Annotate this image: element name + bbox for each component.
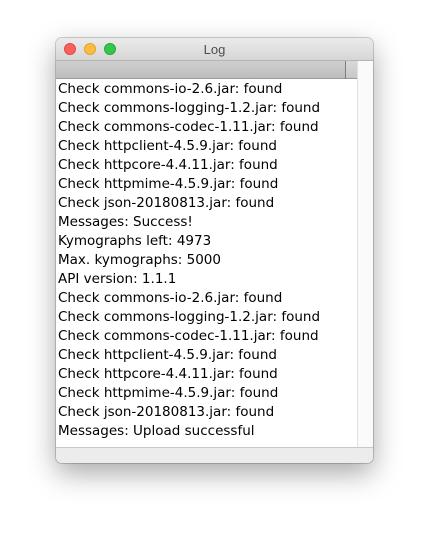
log-line: Check json-20180813.jar: found xyxy=(58,404,275,420)
log-line: Check json-20180813.jar: found xyxy=(58,195,275,211)
log-line: Check commons-logging-1.2.jar: found xyxy=(58,100,321,116)
log-line: Check httpcore-4.4.11.jar: found xyxy=(58,366,278,382)
log-line: Check httpcore-4.4.11.jar: found xyxy=(58,157,278,173)
log-window: Log Check commons-io-2.6.jar: found Check… xyxy=(56,38,373,463)
log-text-area[interactable]: Check commons-io-2.6.jar: found Check com… xyxy=(58,80,354,441)
log-line: Check commons-io-2.6.jar: found xyxy=(58,290,283,306)
log-line: Check httpmime-4.5.9.jar: found xyxy=(58,176,279,192)
log-line: Messages: Upload successful xyxy=(58,423,255,439)
log-line: Check commons-codec-1.11.jar: found xyxy=(58,328,319,344)
log-line: Check commons-logging-1.2.jar: found xyxy=(58,309,321,325)
log-line: Check httpclient-4.5.9.jar: found xyxy=(58,138,277,154)
window-footer xyxy=(56,447,373,463)
title-bar[interactable]: Log xyxy=(56,38,373,61)
log-line: API version: 1.1.1 xyxy=(58,271,177,287)
log-line: Check commons-io-2.6.jar: found xyxy=(58,81,283,97)
log-line: Kymographs left: 4973 xyxy=(58,233,212,249)
window-title: Log xyxy=(203,42,226,57)
log-column-header xyxy=(56,61,345,79)
log-line: Max. kymographs: 5000 xyxy=(58,252,221,268)
vertical-scrollbar[interactable] xyxy=(357,61,373,447)
log-line: Check httpmime-4.5.9.jar: found xyxy=(58,385,279,401)
log-line: Check commons-codec-1.11.jar: found xyxy=(58,119,319,135)
column-header-corner xyxy=(346,61,357,79)
log-panel: Check commons-io-2.6.jar: found Check com… xyxy=(56,61,373,447)
log-line: Check httpclient-4.5.9.jar: found xyxy=(58,347,277,363)
log-line: Messages: Success! xyxy=(58,214,193,230)
